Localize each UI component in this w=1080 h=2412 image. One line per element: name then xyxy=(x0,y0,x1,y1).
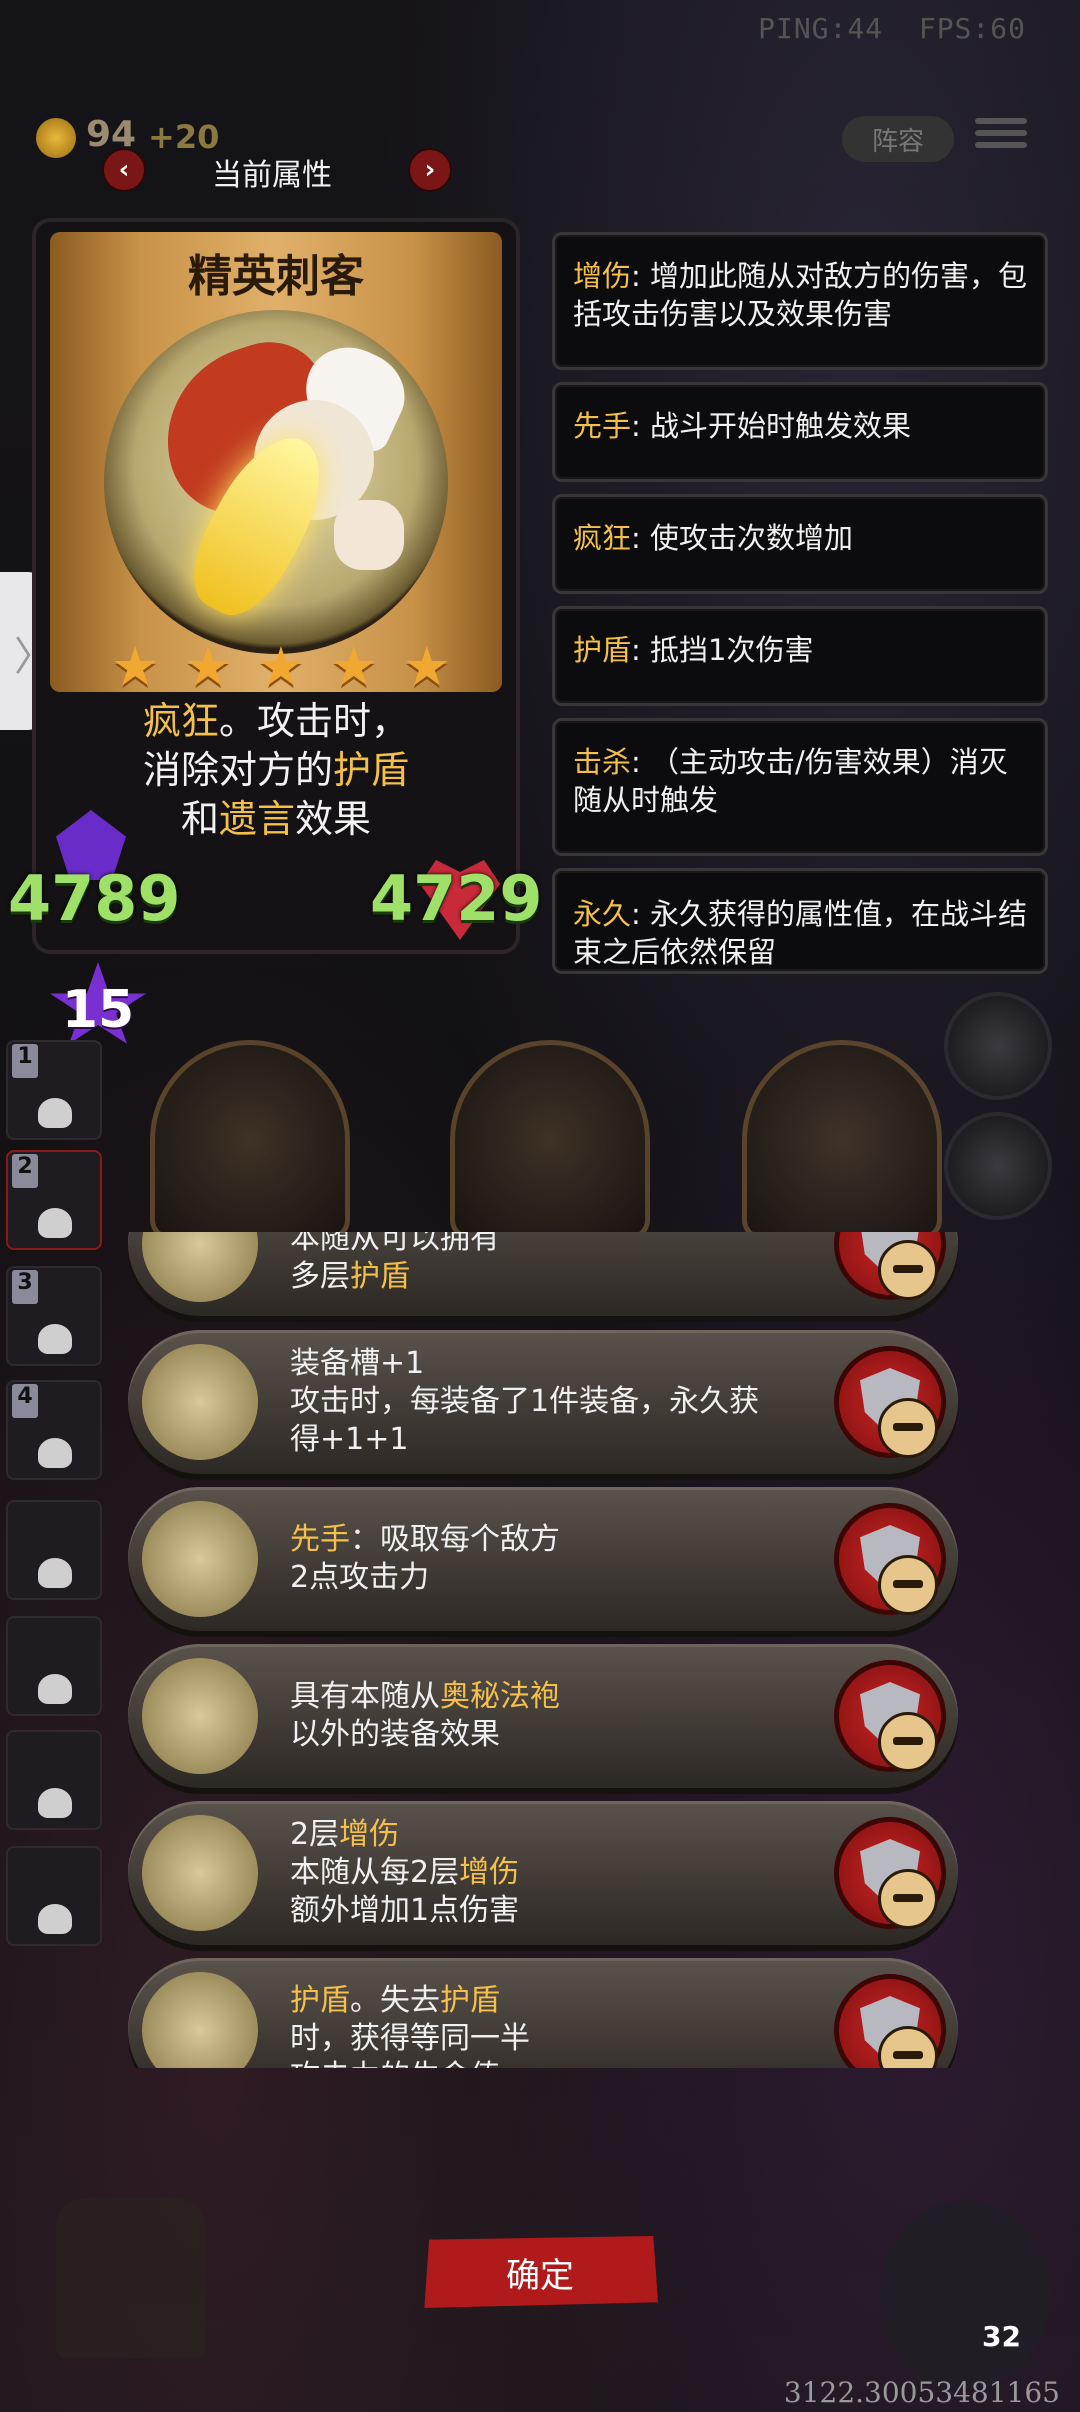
gold-coin-icon xyxy=(36,118,76,158)
board-hero-assassin[interactable] xyxy=(150,1040,350,1240)
treasure-chest-icon[interactable] xyxy=(56,2198,206,2358)
assassin-portrait xyxy=(104,310,448,654)
star-rating: ★ ★ ★ ★ ★ xyxy=(111,640,451,694)
mirror-icon xyxy=(142,1232,258,1302)
attack-value: 4789 xyxy=(8,862,181,935)
skull-icon xyxy=(38,1098,72,1128)
ping-fps-readout: PING:44 FPS:60 xyxy=(758,12,1026,45)
tentacle-icon xyxy=(142,1501,258,1617)
effect-item: 本随从可以拥有 多层护盾 xyxy=(128,1232,958,1316)
minus-icon xyxy=(878,1555,938,1615)
remove-effect-button[interactable] xyxy=(834,1232,946,1300)
merchant-avatar[interactable] xyxy=(880,2200,1050,2390)
level-value: 15 xyxy=(61,980,135,1040)
team-slot[interactable]: 4 xyxy=(6,1380,102,1480)
keyword-panel-frenzy: 疯狂: 使攻击次数增加 xyxy=(552,494,1048,594)
skull-icon xyxy=(38,1208,72,1238)
health-value: 4729 xyxy=(370,862,543,935)
skull-icon xyxy=(38,1558,72,1588)
remove-effect-button[interactable] xyxy=(834,1817,946,1929)
skull-icon xyxy=(38,1674,72,1704)
skull-icon xyxy=(38,1438,72,1468)
minus-icon xyxy=(878,1398,938,1458)
minus-icon xyxy=(878,1869,938,1929)
attribute-title: 当前属性 xyxy=(212,158,332,193)
remove-effect-button[interactable] xyxy=(834,1346,946,1458)
gold-gain: +20 xyxy=(148,118,220,156)
effect-item: 2层增伤 本随从每2层增伤 额外增加1点伤害 xyxy=(128,1801,958,1945)
rope-icon xyxy=(142,1815,258,1931)
remove-effect-button[interactable] xyxy=(834,1974,946,2068)
mask-orb-icon[interactable] xyxy=(944,1112,1052,1220)
star-icon: ★ xyxy=(111,635,160,698)
board-hero-flower[interactable] xyxy=(450,1040,650,1240)
minus-icon xyxy=(878,1240,938,1300)
star-icon: ★ xyxy=(402,635,451,698)
remove-effect-button[interactable] xyxy=(834,1660,946,1772)
player-health: 32 xyxy=(982,2320,1021,2353)
remove-effect-button[interactable] xyxy=(834,1503,946,1615)
team-slot[interactable] xyxy=(6,1500,102,1600)
keyword-panel-first-strike: 先手: 战斗开始时触发效果 xyxy=(552,382,1048,482)
keyword-panel-permanent: 永久: 永久获得的属性值，在战斗结束之后依然保留 xyxy=(552,868,1048,974)
confirm-button[interactable]: 确定 xyxy=(424,2236,658,2308)
coordinate-readout: 3122.30053481165 xyxy=(783,2376,1060,2409)
robe-icon xyxy=(142,1658,258,1774)
card-name: 精英刺客 xyxy=(188,251,364,302)
keyword-panel-kill: 击杀: （主动攻击/伤害效果）消灭随从时触发 xyxy=(552,718,1048,856)
effect-item: 装备槽+1 攻击时，每装备了1件装备，永久获 得+1+1 xyxy=(128,1330,958,1474)
effect-item: 护盾。失去护盾 时，获得等同一半 攻击力的生命值 xyxy=(128,1958,958,2068)
effect-item: 具有本随从奥秘法袍 以外的装备效果 xyxy=(128,1644,958,1788)
team-slot[interactable]: 2 xyxy=(6,1150,102,1250)
card-description: 疯狂。攻击时， 消除对方的护盾 和遗言效果 xyxy=(142,699,410,841)
skull-icon xyxy=(38,1788,72,1818)
team-slot[interactable]: 1 xyxy=(6,1040,102,1140)
star-icon: ★ xyxy=(183,635,233,698)
next-arrow-button[interactable]: › xyxy=(408,148,452,192)
team-slot[interactable] xyxy=(6,1846,102,1946)
effect-item: 先手：吸取每个敌方 2点攻击力 xyxy=(128,1487,958,1631)
effect-list[interactable]: 本随从可以拥有 多层护盾 装备槽+1 攻击时，每装备了1件装备，永久获 得+1+… xyxy=(128,1232,958,2068)
menu-icon[interactable] xyxy=(975,112,1027,162)
lineup-button[interactable]: 阵容 xyxy=(842,116,954,162)
star-icon: ★ xyxy=(329,635,379,698)
team-slot[interactable] xyxy=(6,1616,102,1716)
skull-icon xyxy=(38,1904,72,1934)
keyword-panel-damage-boost: 增伤: 增加此随从对敌方的伤害，包括攻击伤害以及效果伤害 xyxy=(552,232,1048,370)
team-slot[interactable] xyxy=(6,1730,102,1830)
demon-mask-icon xyxy=(142,1972,258,2068)
minus-icon xyxy=(878,1712,938,1772)
board-hero-knight[interactable] xyxy=(742,1040,942,1240)
team-slot[interactable]: 3 xyxy=(6,1266,102,1366)
horseshoe-icon xyxy=(142,1344,258,1460)
star-icon: ★ xyxy=(256,635,306,698)
skull-icon xyxy=(38,1324,72,1354)
prev-arrow-button[interactable]: ‹ xyxy=(102,148,146,192)
frog-orb-icon[interactable] xyxy=(944,992,1052,1100)
keyword-panel-shield: 护盾: 抵挡1次伤害 xyxy=(552,606,1048,706)
